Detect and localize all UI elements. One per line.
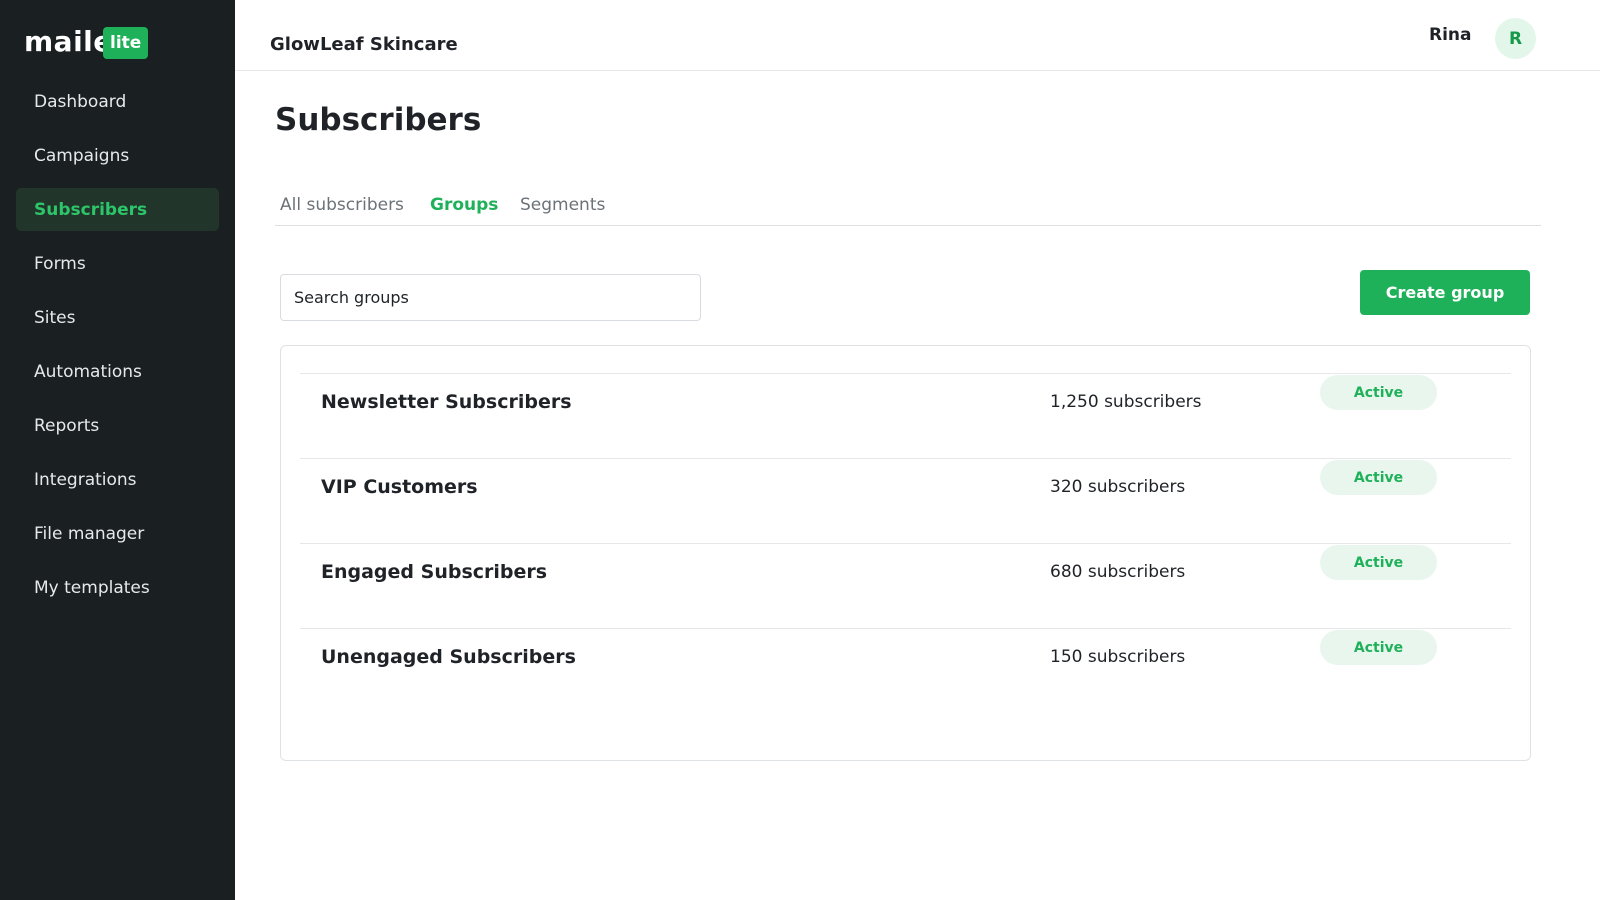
top-bar: GlowLeaf Skincare Rina R — [235, 0, 1600, 71]
group-subscriber-count: 1,250 subscribers — [1050, 392, 1202, 412]
sidebar-item-file-manager[interactable]: File manager — [16, 512, 219, 555]
list-item[interactable]: Unengaged Subscribers 150 subscribers Ac… — [300, 628, 1511, 713]
list-item[interactable]: Engaged Subscribers 680 subscribers Acti… — [300, 543, 1511, 628]
avatar[interactable]: R — [1495, 18, 1536, 59]
groups-list: Newsletter Subscribers 1,250 subscribers… — [280, 345, 1531, 761]
page-title: Subscribers — [275, 102, 482, 138]
group-subscriber-count: 150 subscribers — [1050, 647, 1186, 667]
tab-all-subscribers[interactable]: All subscribers — [280, 195, 404, 215]
subscriber-tabs: All subscribers Groups Segments — [275, 188, 1541, 226]
app-window: maile lite Dashboard Campaigns Subscribe… — [0, 0, 1600, 900]
search-groups-field[interactable] — [280, 274, 701, 321]
logo-badge: lite — [103, 27, 149, 59]
group-name[interactable]: Engaged Subscribers — [321, 561, 547, 583]
sidebar-item-dashboard[interactable]: Dashboard — [16, 80, 219, 123]
list-item[interactable]: VIP Customers 320 subscribers Active — [300, 458, 1511, 543]
status-badge: Active — [1320, 375, 1437, 410]
status-badge: Active — [1320, 630, 1437, 665]
group-name[interactable]: VIP Customers — [321, 476, 478, 498]
search-input[interactable] — [294, 288, 700, 307]
list-item[interactable]: Newsletter Subscribers 1,250 subscribers… — [300, 373, 1511, 458]
sidebar: maile lite Dashboard Campaigns Subscribe… — [0, 0, 235, 900]
sidebar-item-sites[interactable]: Sites — [16, 296, 219, 339]
sidebar-item-campaigns[interactable]: Campaigns — [16, 134, 219, 177]
status-badge: Active — [1320, 545, 1437, 580]
group-name[interactable]: Newsletter Subscribers — [321, 391, 572, 413]
group-subscriber-count: 680 subscribers — [1050, 562, 1186, 582]
sidebar-item-automations[interactable]: Automations — [16, 350, 219, 393]
tab-segments[interactable]: Segments — [520, 195, 605, 215]
status-badge: Active — [1320, 460, 1437, 495]
create-group-button[interactable]: Create group — [1360, 270, 1530, 315]
group-subscriber-count: 320 subscribers — [1050, 477, 1186, 497]
sidebar-item-reports[interactable]: Reports — [16, 404, 219, 447]
sidebar-item-integrations[interactable]: Integrations — [16, 458, 219, 501]
sidebar-item-forms[interactable]: Forms — [16, 242, 219, 285]
sidebar-nav: Dashboard Campaigns Subscribers Forms Si… — [16, 80, 219, 620]
tab-groups[interactable]: Groups — [430, 195, 498, 215]
account-name[interactable]: GlowLeaf Skincare — [270, 34, 458, 55]
sidebar-item-subscribers[interactable]: Subscribers — [16, 188, 219, 231]
sidebar-item-my-templates[interactable]: My templates — [16, 566, 219, 609]
logo-wordmark: maile — [24, 25, 113, 58]
group-name[interactable]: Unengaged Subscribers — [321, 646, 576, 668]
user-name[interactable]: Rina — [1429, 25, 1472, 45]
